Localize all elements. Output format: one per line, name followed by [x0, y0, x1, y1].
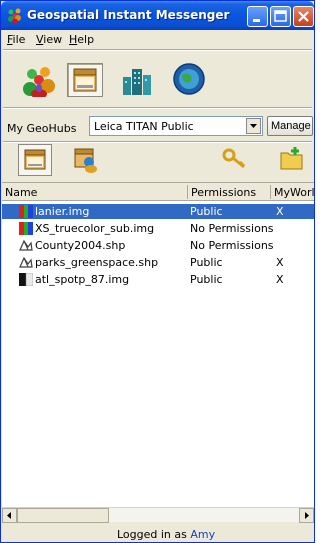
menu-file[interactable]: File [7, 33, 25, 46]
file-list[interactable]: Name Permissions MyWorld lanier.img Publ… [2, 182, 314, 522]
horizontal-scrollbar[interactable] [2, 507, 314, 523]
file-permissions: Public [190, 205, 223, 218]
data-list-icon [24, 149, 46, 170]
data-list-button[interactable] [18, 144, 52, 176]
file-name: parks_greenspace.shp [35, 256, 159, 269]
people-icon [8, 8, 21, 23]
window-title: Geospatial Instant Messenger [27, 8, 230, 22]
column-myworld[interactable]: MyWorld [274, 186, 314, 199]
file-permissions: Public [190, 256, 223, 269]
file-permissions: No Permissions [190, 222, 274, 235]
buildings-icon [123, 69, 151, 95]
grayscale-image-icon [19, 273, 33, 286]
chevron-left-icon [7, 512, 11, 519]
contacts-icon [23, 67, 55, 99]
list-item[interactable]: XS_truecolor_sub.img No Permissions [2, 221, 314, 236]
list-item[interactable]: parks_greenspace.shp Public X [2, 255, 314, 270]
title-bar[interactable]: Geospatial Instant Messenger [1, 1, 314, 30]
geohub-selected: Leica TITAN Public [94, 120, 194, 133]
divider [3, 49, 312, 51]
key-icon [222, 148, 246, 169]
chevron-right-icon [305, 512, 309, 519]
vector-shape-icon [19, 239, 33, 251]
list-item[interactable]: lanier.img Public X [2, 204, 314, 219]
geohubs-label: My GeoHubs [7, 122, 77, 135]
contacts-button[interactable] [21, 63, 57, 99]
dropdown-arrow-button[interactable] [246, 118, 261, 134]
column-divider[interactable] [270, 185, 271, 199]
close-button[interactable] [293, 6, 314, 27]
file-permissions: No Permissions [190, 239, 274, 252]
menu-view[interactable]: View [36, 33, 62, 46]
list-header: Name Permissions MyWorld [2, 183, 314, 201]
globe-button[interactable] [171, 61, 207, 95]
divider [3, 107, 312, 109]
key-button[interactable] [218, 143, 252, 175]
buildings-button[interactable] [119, 63, 155, 97]
minimize-button[interactable] [247, 6, 268, 27]
vector-shape-icon [19, 256, 33, 268]
data-store-button[interactable] [67, 63, 103, 97]
file-name: lanier.img [35, 205, 90, 218]
globe-icon [173, 63, 205, 95]
login-status: Logged in as Amy [117, 528, 215, 541]
column-name[interactable]: Name [5, 186, 37, 199]
file-myworld: X [276, 273, 284, 286]
divider [3, 141, 312, 143]
raster-image-icon [19, 205, 33, 218]
maximize-button[interactable] [270, 6, 291, 27]
list-item[interactable]: atl_spotp_87.img Public X [2, 272, 314, 287]
minimize-icon [253, 19, 260, 22]
data-store-icon [73, 68, 97, 92]
file-permissions: Public [190, 273, 223, 286]
list-item[interactable]: County2004.shp No Permissions [2, 238, 314, 253]
menu-bar: File View Help [1, 30, 314, 49]
file-myworld: X [276, 256, 284, 269]
raster-image-icon [19, 222, 33, 235]
add-folder-icon [280, 147, 303, 170]
file-name: atl_spotp_87.img [35, 273, 130, 286]
maximize-icon [274, 10, 287, 22]
add-folder-button[interactable] [276, 143, 310, 175]
share-data-button[interactable] [69, 143, 103, 175]
chevron-down-icon [250, 124, 257, 128]
menu-help[interactable]: Help [69, 33, 94, 46]
scroll-right-button[interactable] [299, 508, 314, 523]
login-prefix: Logged in as [117, 528, 187, 541]
manage-button[interactable]: Manage [267, 116, 313, 136]
column-permissions[interactable]: Permissions [191, 186, 256, 199]
column-divider[interactable] [187, 185, 188, 199]
close-icon [298, 11, 309, 22]
scroll-left-button[interactable] [2, 508, 17, 523]
scroll-thumb[interactable] [17, 508, 109, 523]
user-name-link[interactable]: Amy [190, 528, 215, 541]
file-name: XS_truecolor_sub.img [35, 222, 155, 235]
geohub-dropdown[interactable]: Leica TITAN Public [89, 116, 263, 136]
messenger-window: Geospatial Instant Messenger File View H… [0, 0, 315, 543]
share-data-icon [74, 148, 97, 173]
status-bar: Logged in as Amy [1, 524, 314, 542]
file-myworld: X [276, 205, 284, 218]
file-name: County2004.shp [35, 239, 126, 252]
